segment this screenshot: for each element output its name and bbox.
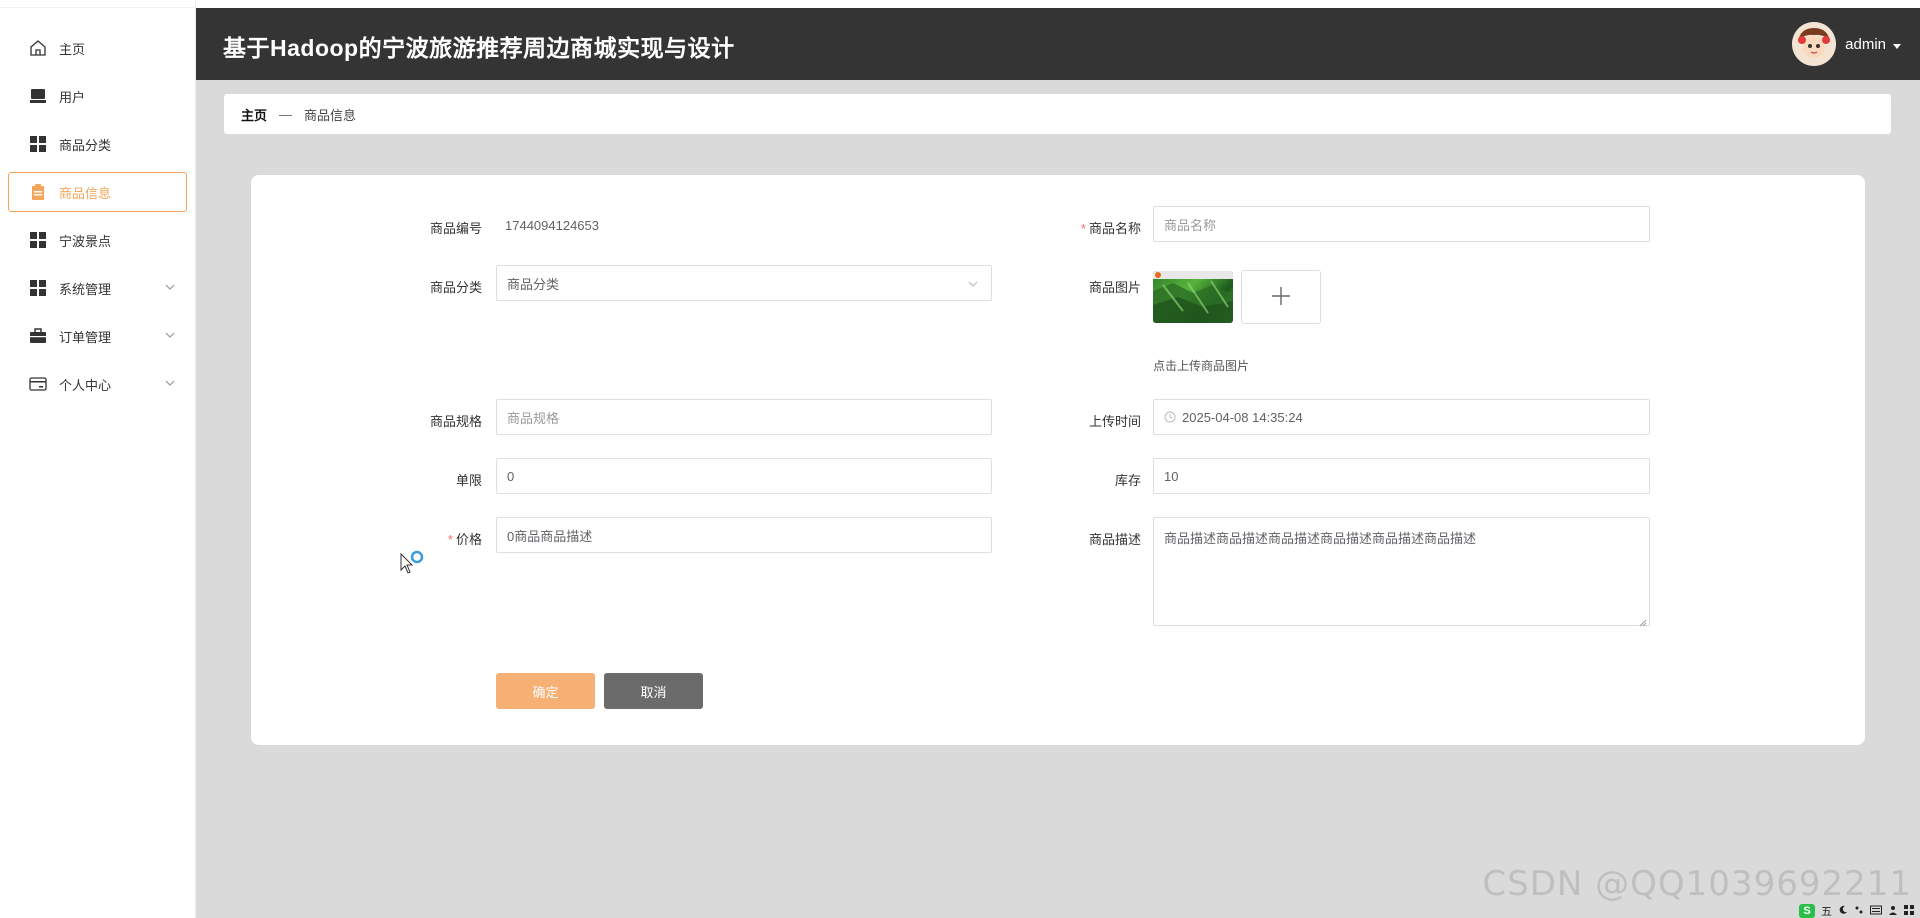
user-icon[interactable] [1888,905,1898,918]
system-tray: S 五 [1799,904,1914,918]
breadcrumb-separator: — [279,106,293,122]
confirm-button[interactable]: 确定 [496,673,595,709]
sidebar-item-label: 订单管理 [59,329,112,345]
upload-time-input[interactable]: 2025-04-08 14:35:24 [1153,399,1650,435]
username[interactable]: admin [1845,36,1886,53]
product-name-input[interactable]: 商品名称 [1153,206,1650,242]
sidebar-top-rule [0,0,195,8]
resize-handle-icon[interactable] [1639,615,1647,627]
description-label: 商品描述 [1088,532,1141,547]
sidebar-item-label: 用户 [59,89,86,105]
ime-mode[interactable]: 五 [1821,903,1832,918]
product-form-card: 商品编号 1744094124653 * 商品名称 商品名称 商品分类 商品分类 … [251,175,1865,745]
product-image-label: 商品图片 [1088,280,1141,295]
breadcrumb: 主页 — 商品信息 [224,94,1891,134]
watermark: CSDN @QQ1039692211 [1482,864,1912,904]
price-input[interactable]: 0商品商品描述 [496,517,992,553]
stock-input[interactable]: 10 [1153,458,1650,494]
limit-label: 单限 [455,473,482,488]
punctuation-icon[interactable] [1854,905,1864,918]
product-spec-label: 商品规格 [429,414,482,429]
product-spec-input[interactable]: 商品规格 [496,399,992,435]
chevron-down-icon [967,278,979,290]
breadcrumb-home[interactable]: 主页 [241,105,267,124]
home-icon [29,39,47,57]
app-title: 基于Hadoop的宁波旅游推荐周边商城实现与设计 [223,35,735,61]
main-content: 主页 — 商品信息 商品编号 1744094124653 * 商品名称 商品名称 … [196,80,1920,918]
grid-icon [29,231,47,249]
required-asterisk: * [1080,221,1086,236]
required-asterisk: * [447,532,453,547]
caret-down-icon[interactable] [1892,39,1902,49]
chevron-down-icon [164,329,176,341]
select-value: 商品分类 [507,276,560,292]
monitor-icon [29,87,47,105]
cancel-button[interactable]: 取消 [604,673,703,709]
sidebar-menu: 主页 用户 商品分类 商品信息 宁波景点 系统管理 订单管理 个人中心 [0,8,195,404]
grid-icon [29,135,47,153]
chevron-down-icon [164,281,176,293]
sidebar: 主页 用户 商品分类 商品信息 宁波景点 系统管理 订单管理 个人中心 [0,0,196,918]
top-header: 基于Hadoop的宁波旅游推荐周边商城实现与设计 admin [196,8,1920,80]
sidebar-item-ningbo-attractions[interactable]: 宁波景点 [8,220,187,260]
image-upload-hint: 点击上传商品图片 [1153,359,1250,373]
description-textarea[interactable]: 商品描述商品描述商品描述商品描述商品描述商品描述 [1153,517,1650,627]
sidebar-item-personal-center[interactable]: 个人中心 [8,364,187,404]
product-image-thumbnail[interactable] [1153,271,1233,323]
sidebar-item-product-category[interactable]: 商品分类 [8,124,187,164]
stock-label: 库存 [1114,473,1141,488]
plus-icon [1270,285,1292,310]
sidebar-item-label: 主页 [59,41,86,57]
avatar[interactable] [1792,22,1837,66]
keyboard-icon[interactable] [1870,905,1882,918]
apps-icon[interactable] [1904,904,1914,918]
upload-time-value: 2025-04-08 14:35:24 [1182,409,1303,425]
user-menu[interactable]: admin [1792,22,1902,66]
card-icon [29,375,47,393]
mouse-cursor-icon [399,550,425,579]
product-category-label: 商品分类 [429,280,482,295]
sidebar-item-label: 商品信息 [59,185,112,201]
ime-icon[interactable]: S [1799,904,1815,918]
sidebar-item-label: 商品分类 [59,137,112,153]
product-category-select[interactable]: 商品分类 [496,265,992,301]
description-value: 商品描述商品描述商品描述商品描述商品描述商品描述 [1164,531,1477,546]
upload-time-label: 上传时间 [1088,414,1141,429]
sidebar-item-system-management[interactable]: 系统管理 [8,268,187,308]
sidebar-item-order-management[interactable]: 订单管理 [8,316,187,356]
product-code-label: 商品编号 [429,221,482,236]
sidebar-item-label: 宁波景点 [59,233,112,249]
grid-icon [29,279,47,297]
image-upload-button[interactable] [1241,270,1321,324]
clock-icon [1164,411,1176,423]
moon-icon[interactable] [1838,905,1848,918]
breadcrumb-current: 商品信息 [304,107,357,123]
sidebar-item-home[interactable]: 主页 [8,28,187,68]
clipboard-icon [29,183,47,201]
sidebar-item-users[interactable]: 用户 [8,76,187,116]
limit-input[interactable]: 0 [496,458,992,494]
price-label: * 价格 [447,532,482,547]
sidebar-item-label: 系统管理 [59,281,112,297]
sidebar-item-product-info[interactable]: 商品信息 [8,172,187,212]
briefcase-icon [29,327,47,345]
product-name-label: * 商品名称 [1080,221,1141,236]
chevron-down-icon [164,377,176,389]
product-code-value: 1744094124653 [505,218,599,233]
sidebar-item-label: 个人中心 [59,377,112,393]
